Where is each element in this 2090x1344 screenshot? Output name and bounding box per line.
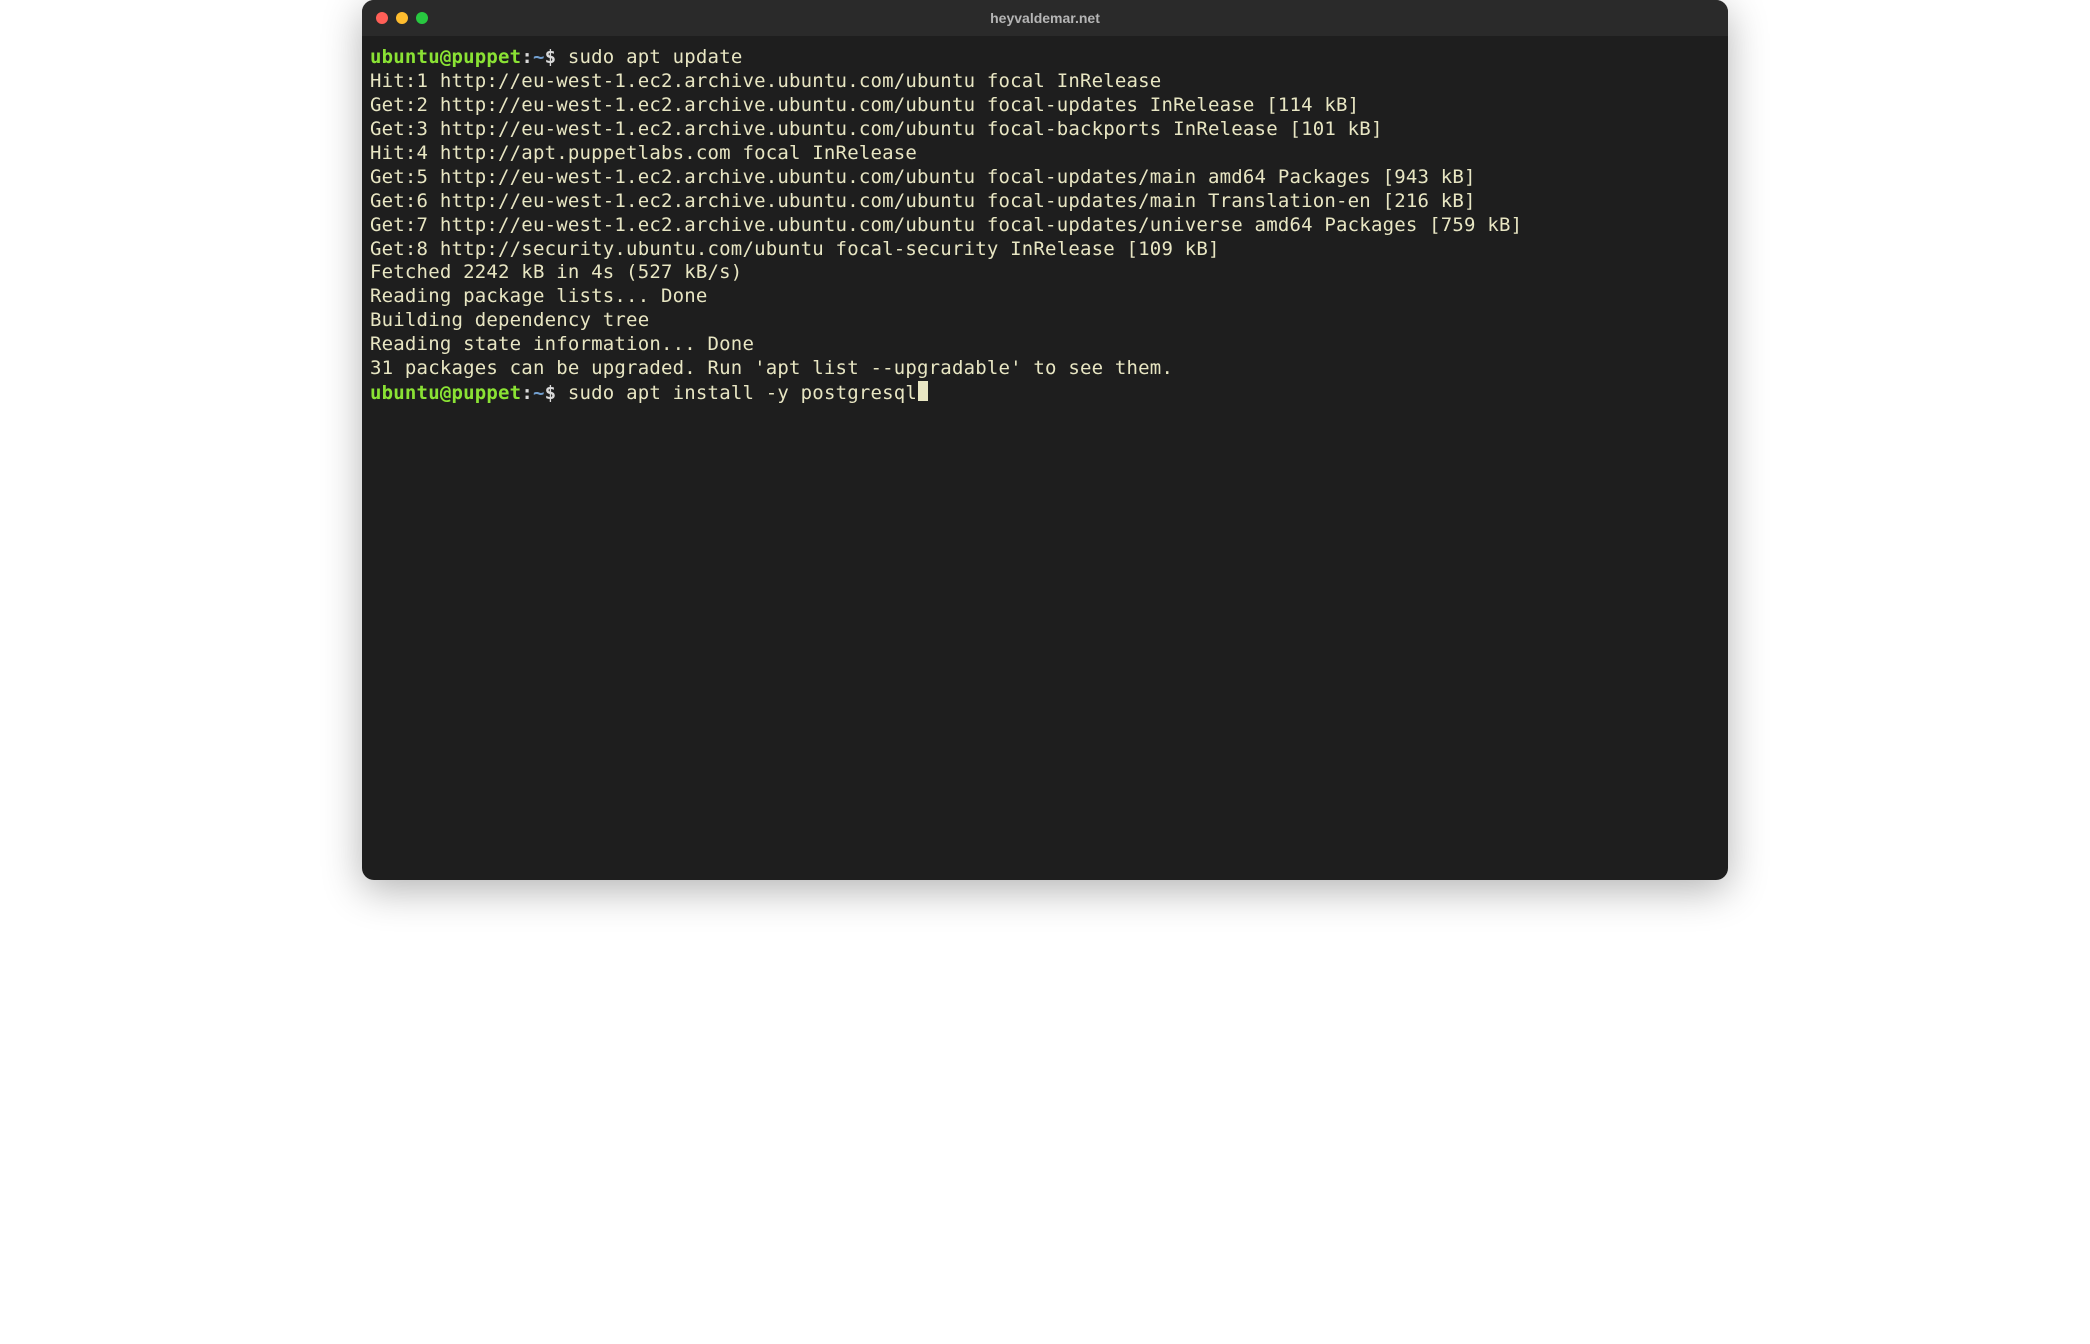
output-line: Get:6 http://eu-west-1.ec2.archive.ubunt…	[370, 190, 1720, 214]
prompt-colon: :	[521, 46, 533, 68]
terminal-window: heyvaldemar.net ubuntu@puppet:~$ sudo ap…	[362, 0, 1728, 880]
prompt-path: ~	[533, 382, 545, 404]
maximize-icon[interactable]	[416, 12, 428, 24]
command-1: sudo apt update	[568, 46, 743, 68]
output-line: Reading package lists... Done	[370, 285, 1720, 309]
terminal-body[interactable]: ubuntu@puppet:~$ sudo apt updateHit:1 ht…	[362, 36, 1728, 880]
window-title: heyvaldemar.net	[990, 10, 1100, 26]
prompt-line-1: ubuntu@puppet:~$ sudo apt update	[370, 46, 1720, 70]
prompt-user: ubuntu	[370, 382, 440, 404]
output-line: Hit:4 http://apt.puppetlabs.com focal In…	[370, 142, 1720, 166]
output-line: Fetched 2242 kB in 4s (527 kB/s)	[370, 261, 1720, 285]
prompt-path: ~	[533, 46, 545, 68]
titlebar: heyvaldemar.net	[362, 0, 1728, 36]
prompt-line-2: ubuntu@puppet:~$ sudo apt install -y pos…	[370, 381, 1720, 406]
traffic-lights	[376, 12, 428, 24]
prompt-host: puppet	[451, 382, 521, 404]
prompt-host: puppet	[451, 46, 521, 68]
output-line: Building dependency tree	[370, 309, 1720, 333]
prompt-dollar: $	[545, 382, 557, 404]
output-line: Hit:1 http://eu-west-1.ec2.archive.ubunt…	[370, 70, 1720, 94]
output-line: Get:3 http://eu-west-1.ec2.archive.ubunt…	[370, 118, 1720, 142]
output-line: Get:7 http://eu-west-1.ec2.archive.ubunt…	[370, 214, 1720, 238]
prompt-colon: :	[521, 382, 533, 404]
close-icon[interactable]	[376, 12, 388, 24]
output-line: Get:2 http://eu-west-1.ec2.archive.ubunt…	[370, 94, 1720, 118]
prompt-at: @	[440, 46, 452, 68]
output-line: Reading state information... Done	[370, 333, 1720, 357]
prompt-user: ubuntu	[370, 46, 440, 68]
minimize-icon[interactable]	[396, 12, 408, 24]
output-line: Get:5 http://eu-west-1.ec2.archive.ubunt…	[370, 166, 1720, 190]
prompt-at: @	[440, 382, 452, 404]
output-line: Get:8 http://security.ubuntu.com/ubuntu …	[370, 238, 1720, 262]
command-2: sudo apt install -y postgresql	[568, 382, 917, 404]
output-line: 31 packages can be upgraded. Run 'apt li…	[370, 357, 1720, 381]
prompt-dollar: $	[545, 46, 557, 68]
cursor-icon	[918, 381, 928, 401]
